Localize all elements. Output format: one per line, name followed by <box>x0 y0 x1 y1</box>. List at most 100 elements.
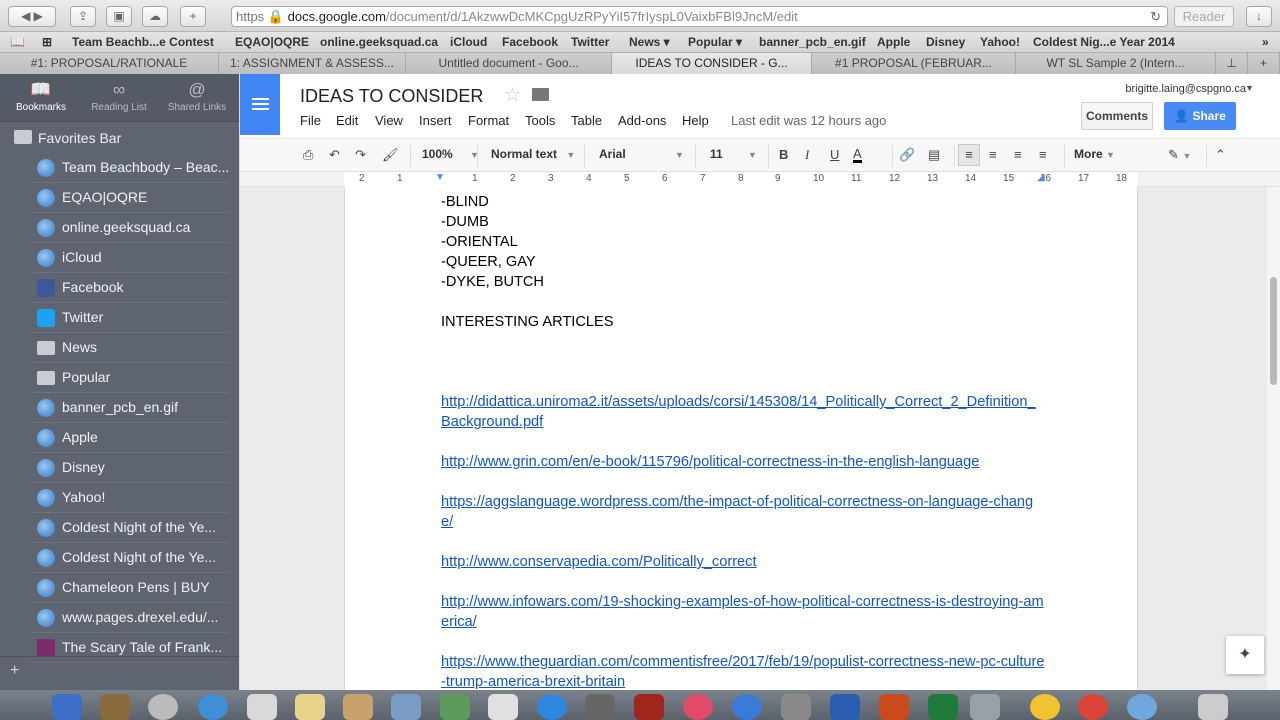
account-email[interactable]: brigitte.laing@cspgno.ca <box>1125 83 1246 95</box>
bookmark-link[interactable]: Yahoo! <box>980 35 1020 49</box>
more-menu[interactable]: More ▼ <box>1074 147 1115 161</box>
sidebar-bookmark-item[interactable]: Coldest Night of the Ye... <box>0 543 239 573</box>
bookmark-link[interactable]: iCloud <box>450 35 487 49</box>
document-title[interactable]: IDEAS TO CONSIDER <box>300 86 483 107</box>
text-color-icon[interactable]: A <box>853 147 862 163</box>
folder-icon[interactable] <box>532 88 549 101</box>
align-left-icon[interactable]: ≡ <box>958 144 980 166</box>
scrollbar-thumb[interactable] <box>1270 277 1277 385</box>
sidebar-bookmark-item[interactable]: www.pages.drexel.edu/... <box>0 603 239 633</box>
safari-icon[interactable] <box>198 694 228 720</box>
sidebar-bookmark-item[interactable]: online.geeksquad.ca <box>0 213 239 243</box>
menu-add-ons[interactable]: Add-ons <box>618 113 666 128</box>
justify-icon[interactable]: ≡ <box>1039 147 1047 162</box>
reading-list-icon[interactable]: 📖 <box>10 35 25 49</box>
chrome-icon[interactable] <box>1078 694 1108 720</box>
document-body[interactable]: -BLIND -DUMB -ORIENTAL -QUEER, GAY -DYKE… <box>441 192 1045 690</box>
app-store-icon[interactable] <box>732 694 762 720</box>
sidebar-bookmark-item[interactable]: Yahoo! <box>0 483 239 513</box>
sidebar-bookmark-item[interactable]: Team Beachbody – Beac... <box>0 153 239 183</box>
tabs-overview-icon[interactable]: ▣ <box>106 6 132 27</box>
chevron-right-icon[interactable]: » <box>1262 35 1269 49</box>
tab-reading-list[interactable]: ∞ Reading List <box>80 80 158 113</box>
doc-link[interactable]: http://didattica.uniroma2.it/assets/uplo… <box>441 392 1045 432</box>
menu-help[interactable]: Help <box>682 113 709 128</box>
bookmark-folder[interactable]: Popular ▾ <box>688 35 742 49</box>
finder-icon[interactable] <box>52 694 82 720</box>
style-select[interactable]: Normal text ▼ <box>491 147 575 161</box>
bookmark-link[interactable]: Facebook <box>502 35 558 49</box>
browser-tab[interactable]: 1: ASSIGNMENT & ASSESS... <box>219 53 406 74</box>
menu-table[interactable]: Table <box>571 113 602 128</box>
sidebar-bookmark-item[interactable]: Chameleon Pens | BUY <box>0 573 239 603</box>
reader-button[interactable]: Reader <box>1174 6 1234 27</box>
add-tab-icon[interactable]: + <box>1248 53 1280 74</box>
photobooth-icon[interactable] <box>634 694 664 720</box>
itunes-icon[interactable] <box>683 694 713 720</box>
redo-icon[interactable]: ↷ <box>355 147 366 163</box>
bookmark-link[interactable]: EQAO|OQRE <box>235 35 309 49</box>
reload-icon[interactable]: ↻ <box>1150 7 1161 26</box>
bookmark-folder[interactable]: News ▾ <box>629 35 670 49</box>
doc-link[interactable]: https://www.theguardian.com/commentisfre… <box>441 652 1045 690</box>
sidebar-bookmark-item[interactable]: Coldest Night of the Ye... <box>0 513 239 543</box>
collapse-icon[interactable]: ⌃ <box>1215 147 1226 163</box>
right-indent-marker-icon[interactable]: ◢ <box>1037 172 1045 183</box>
menu-insert[interactable]: Insert <box>419 113 452 128</box>
docs-logo-icon[interactable] <box>240 74 280 135</box>
app-icon[interactable] <box>1127 694 1157 720</box>
tab-bookmarks[interactable]: 📖 Bookmarks <box>2 80 80 113</box>
pin-icon[interactable]: ⊥ <box>1216 53 1248 74</box>
sidebar-bookmark-item[interactable]: Facebook <box>0 273 239 303</box>
icloud-tabs-icon[interactable]: ☁ <box>142 6 168 27</box>
share-button[interactable]: 👤 Share <box>1164 102 1236 130</box>
facetime-icon[interactable] <box>585 694 615 720</box>
browser-tab[interactable]: WT SL Sample 2 (Intern... <box>1016 53 1216 74</box>
comment-icon[interactable]: ▤ <box>928 147 940 163</box>
browser-tab-active[interactable]: IDEAS TO CONSIDER - G... <box>612 53 812 74</box>
doc-link[interactable]: https://aggslanguage.wordpress.com/the-i… <box>441 492 1045 532</box>
paint-format-icon[interactable]: 🖌 <box>382 147 399 163</box>
italic-icon[interactable]: I <box>805 147 809 163</box>
chevron-down-icon[interactable]: ▼ <box>1245 83 1254 93</box>
sidebar-bookmark-item[interactable]: News <box>0 333 239 363</box>
app-icon[interactable] <box>970 694 1000 720</box>
app-icon[interactable] <box>148 694 178 720</box>
favorites-bar-folder[interactable]: Favorites Bar <box>0 126 239 152</box>
doc-link[interactable]: http://www.infowars.com/19-shocking-exam… <box>441 592 1045 632</box>
underline-icon[interactable]: U <box>830 147 839 162</box>
browser-tab[interactable]: #1 PROPOSAL (FEBRUAR... <box>812 53 1016 74</box>
star-icon[interactable]: ☆ <box>504 84 521 107</box>
app-icon[interactable] <box>100 694 130 720</box>
sidebar-bookmark-item[interactable]: EQAO|OQRE <box>0 183 239 213</box>
menu-view[interactable]: View <box>375 113 403 128</box>
explore-icon[interactable]: ✦ <box>1226 636 1264 674</box>
sidebar-bookmark-item[interactable]: Twitter <box>0 303 239 333</box>
bookmark-link[interactable]: Coldest Nig...e Year 2014 <box>1033 35 1175 49</box>
sidebar-bookmark-item[interactable]: Disney <box>0 453 239 483</box>
browser-tab[interactable]: #1: PROPOSAL/RATIONALE <box>0 53 219 74</box>
doc-link[interactable]: http://www.grin.com/en/e-book/115796/pol… <box>441 452 1045 472</box>
vertical-scrollbar[interactable] <box>1267 187 1280 690</box>
zoom-select[interactable]: 100% ▼ <box>422 147 479 161</box>
undo-icon[interactable]: ↶ <box>329 147 340 163</box>
bookmark-link[interactable]: online.geeksquad.ca <box>320 35 438 49</box>
back-forward-buttons[interactable]: ◀ ▶ <box>8 6 56 27</box>
app-icon[interactable] <box>488 694 518 720</box>
menu-tools[interactable]: Tools <box>525 113 555 128</box>
font-select[interactable]: Arial ▼ <box>599 147 684 161</box>
calendar-icon[interactable] <box>247 694 277 720</box>
trash-icon[interactable] <box>1198 694 1228 720</box>
system-preferences-icon[interactable] <box>781 694 811 720</box>
align-center-icon[interactable]: ≡ <box>989 147 997 162</box>
print-icon[interactable]: ⎙ <box>303 147 313 163</box>
sidebar-bookmark-item[interactable]: Apple <box>0 423 239 453</box>
font-size-select[interactable]: 11 ▼ <box>710 147 757 161</box>
bookmark-link[interactable]: banner_pcb_en.gif <box>759 35 866 49</box>
downloads-icon[interactable]: ↓ <box>1246 6 1272 27</box>
new-tab-button[interactable]: + <box>180 6 206 27</box>
pencil-icon[interactable]: ✎ ▼ <box>1168 147 1191 163</box>
tab-shared-links[interactable]: @ Shared Links <box>158 80 236 113</box>
app-icon[interactable] <box>440 694 470 720</box>
comments-button[interactable]: Comments <box>1081 102 1153 130</box>
